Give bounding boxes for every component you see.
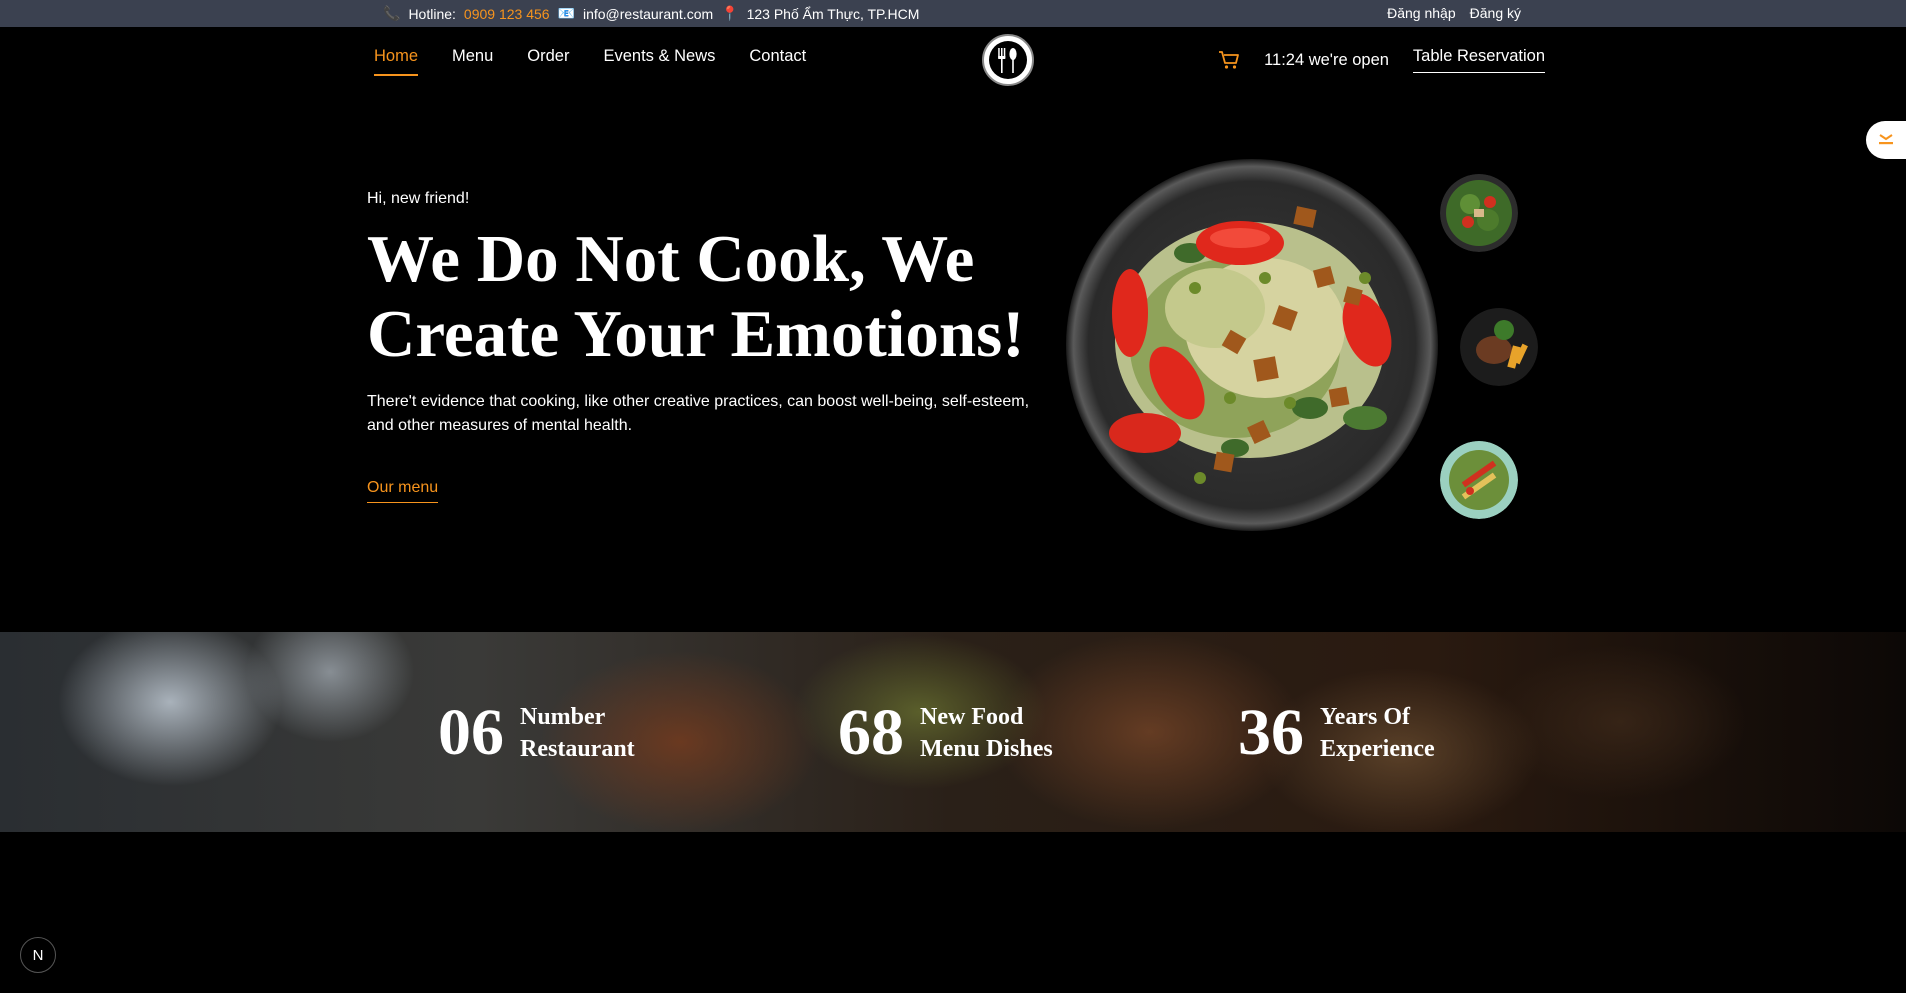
stat-number: 68 [838, 696, 904, 769]
opening-status: 11:24 we're open [1264, 50, 1389, 69]
thumbnail-salad-1[interactable] [1440, 174, 1518, 252]
contact-info: 📞 Hotline: 0909 123 456 📧 info@restauran… [383, 5, 919, 22]
steak-thumbnail-image [1460, 308, 1538, 386]
cart-icon[interactable] [1218, 50, 1240, 70]
fork-spoon-icon [998, 48, 1017, 73]
stat-label: Number Restaurant [520, 701, 635, 765]
stat-number: 36 [1238, 696, 1304, 769]
stat-restaurants: 06 Number Restaurant [438, 700, 635, 766]
dev-tools-badge[interactable]: N [20, 937, 56, 973]
thumbnail-salad-2[interactable] [1440, 441, 1518, 519]
floating-side-tab[interactable] [1866, 121, 1906, 159]
hotline-number[interactable]: 0909 123 456 [464, 6, 550, 22]
hero-description: There't evidence that cooking, like othe… [367, 393, 1030, 434]
hero-greeting: Hi, new friend! [367, 190, 470, 207]
stat-label-line1: Years Of [1320, 704, 1410, 730]
table-reservation-link[interactable]: Table Reservation [1412, 47, 1545, 73]
stat-label-line1: Number [520, 704, 606, 730]
email-icon: 📧 [557, 5, 575, 21]
hero-headline: We Do Not Cook, We Create Your Emotions! [367, 222, 1025, 371]
stat-menu-dishes: 68 New Food Menu Dishes [838, 700, 1053, 766]
stat-label-line1: New Food [920, 704, 1024, 730]
our-menu-button[interactable]: Our menu [367, 479, 439, 503]
thumbnail-steak[interactable] [1460, 308, 1538, 386]
stat-label-line2: Restaurant [520, 736, 635, 762]
main-nav: Home Menu Order Events & News Contact [374, 47, 806, 76]
email-address[interactable]: info@restaurant.com [583, 6, 713, 22]
location-pin-icon: 📍 [721, 5, 739, 21]
auth-links: Đăng nhập Đăng ký [1387, 5, 1521, 21]
nav-item-contact[interactable]: Contact [749, 47, 806, 76]
logo-inner [989, 41, 1027, 79]
stat-number: 06 [438, 696, 504, 769]
salad-thumbnail-image [1440, 174, 1518, 252]
address: 123 Phố Ẩm Thực, TP.HCM [746, 5, 920, 22]
restaurant-logo[interactable] [982, 34, 1034, 86]
phone-icon: 📞 [383, 5, 401, 21]
promo-icon [1879, 134, 1893, 145]
stat-label: Years Of Experience [1320, 701, 1435, 765]
login-link[interactable]: Đăng nhập [1387, 5, 1456, 21]
nav-item-home[interactable]: Home [374, 47, 419, 76]
salad-plate-illustration [1066, 159, 1438, 531]
stat-label: New Food Menu Dishes [920, 701, 1053, 765]
top-info-bar: 📞 Hotline: 0909 123 456 📧 info@restauran… [0, 0, 1906, 27]
salad-bowl-thumbnail-image [1440, 441, 1518, 519]
stat-years-experience: 36 Years Of Experience [1238, 700, 1435, 766]
nav-item-order[interactable]: Order [527, 47, 569, 76]
nav-item-events-news[interactable]: Events & News [603, 47, 715, 76]
nav-item-menu[interactable]: Menu [452, 47, 493, 76]
hotline-label: Hotline: [408, 5, 456, 22]
register-link[interactable]: Đăng ký [1470, 5, 1521, 21]
header-right: 11:24 we're open Table Reservation [1218, 47, 1545, 73]
hero-dish-image [1065, 158, 1538, 533]
stat-label-line2: Menu Dishes [920, 736, 1053, 762]
stat-label-line2: Experience [1320, 736, 1435, 762]
